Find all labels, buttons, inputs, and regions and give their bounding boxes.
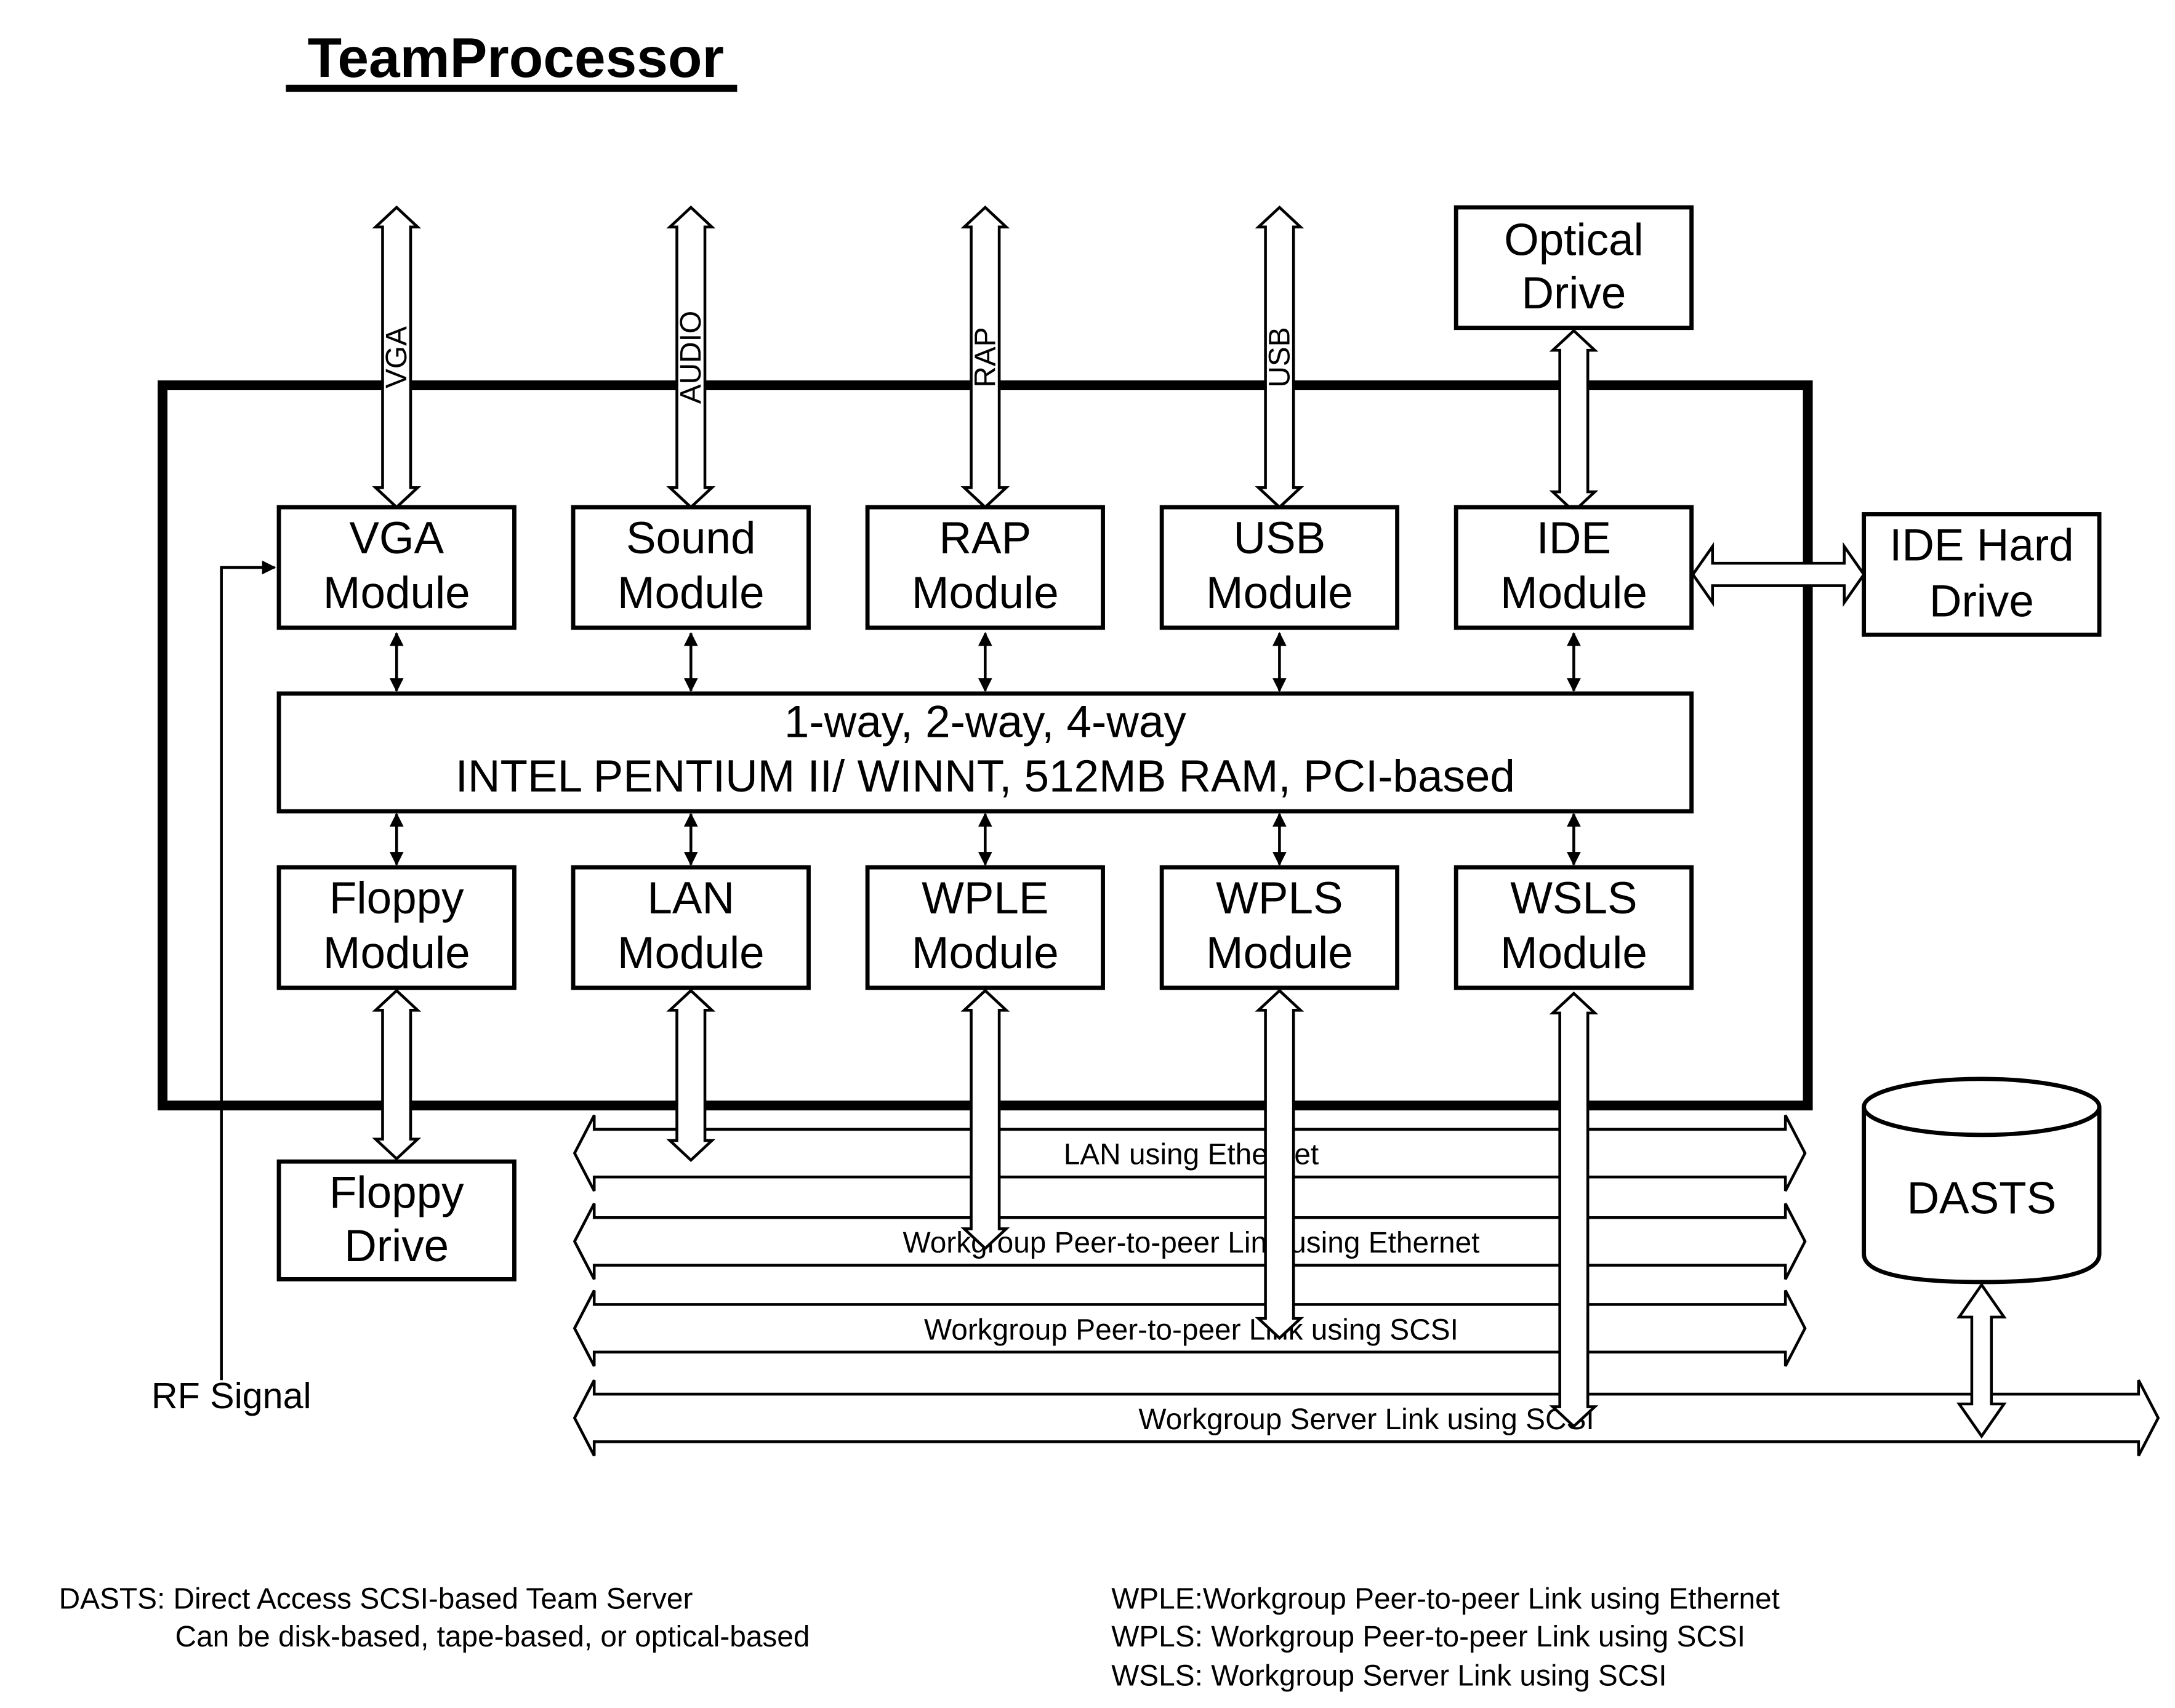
top-rap-module-label-2: Module — [912, 568, 1059, 618]
top-ide-module-label-1: IDE — [1537, 513, 1611, 563]
floppy-drive-link-arrow — [372, 988, 422, 1161]
bus-label-rap: RAP — [969, 327, 1002, 387]
wpls-module-down-arrow — [1255, 988, 1305, 1341]
top-usb-module-label-1: USB — [1233, 513, 1325, 563]
rf-signal-label: RF Signal — [151, 1375, 312, 1416]
dasts-label: DASTS — [1907, 1173, 2056, 1223]
optical-drive-link-arrow — [1549, 329, 1599, 514]
legend-wpls: WPLS: Workgroup Peer-to-peer Link using … — [1111, 1621, 1745, 1653]
ide-hard-drive-link-arrow — [1691, 542, 1866, 607]
dasts-link-arrow — [1956, 1282, 2007, 1439]
bottom-lan-module-label-2: Module — [617, 928, 765, 978]
floppy-drive-label-2: Drive — [344, 1221, 449, 1271]
legend-wsls: WSLS: Workgroup Server Link using SCSI — [1111, 1660, 1666, 1693]
bottom-lan-module-label-1: LAN — [647, 873, 734, 923]
optical-drive-label-1: Optical — [1504, 215, 1644, 265]
top-rap-module-label-1: RAP — [939, 513, 1031, 563]
optical-drive-label-2: Drive — [1521, 268, 1626, 318]
bus-label-usb: USB — [1263, 327, 1296, 387]
wsls-module-down-arrow — [1549, 991, 1599, 1429]
bottom-wsls-module-label-2: Module — [1500, 928, 1647, 978]
rf-signal-line — [220, 560, 276, 1381]
top-sound-module-label-1: Sound — [626, 513, 756, 563]
diagram-title: TeamProcessor — [307, 27, 723, 89]
top-sound-module-label-2: Module — [617, 568, 765, 618]
teamprocessor-diagram: TeamProcessor VGA AUDIO RAP USB Optical Dri… — [59, 27, 2160, 1693]
top-ide-module-label-2: Module — [1500, 568, 1647, 618]
top-usb-module-label-2: Module — [1206, 568, 1353, 618]
bottom-wpls-module-label-1: WPLS — [1216, 873, 1343, 923]
bottom-floppy-module-label-1: Floppy — [329, 873, 464, 923]
cpu-label-2: INTEL PENTIUM II/ WINNT, 512MB RAM, PCI-… — [456, 752, 1515, 801]
bottom-wple-module-label-1: WPLE — [922, 873, 1048, 923]
bus-label-audio: AUDIO — [675, 311, 707, 404]
floppy-drive-label-1: Floppy — [329, 1168, 464, 1217]
bottom-wpls-module-label-2: Module — [1206, 928, 1353, 978]
lan-module-down-arrow — [666, 988, 716, 1163]
ide-hard-drive-label-2: Drive — [1929, 577, 2034, 627]
legend-wple: WPLE:Workgroup Peer-to-peer Link using E… — [1111, 1582, 1780, 1615]
top-vga-module-label-1: VGA — [349, 513, 444, 563]
top-vga-module-label-2: Module — [323, 568, 470, 618]
bottom-wple-module-label-2: Module — [912, 928, 1059, 978]
network-label-2: Workgroup Peer-to-peer Link using SCSI — [924, 1313, 1458, 1346]
bottom-floppy-module-label-2: Module — [323, 928, 470, 978]
bus-label-vga: VGA — [380, 326, 413, 388]
bottom-wsls-module-label-1: WSLS — [1510, 873, 1637, 923]
wple-module-down-arrow — [960, 988, 1010, 1251]
legend-dasts-2: Can be disk-based, tape-based, or optica… — [175, 1621, 810, 1653]
ide-hard-drive-label-1: IDE Hard — [1889, 521, 2074, 571]
network-label-3: Workgroup Server Link using SCSI — [1138, 1403, 1594, 1436]
cpu-label-1: 1-way, 2-way, 4-way — [784, 697, 1187, 747]
legend-dasts-1: DASTS: Direct Access SCSI-based Team Ser… — [59, 1582, 693, 1615]
